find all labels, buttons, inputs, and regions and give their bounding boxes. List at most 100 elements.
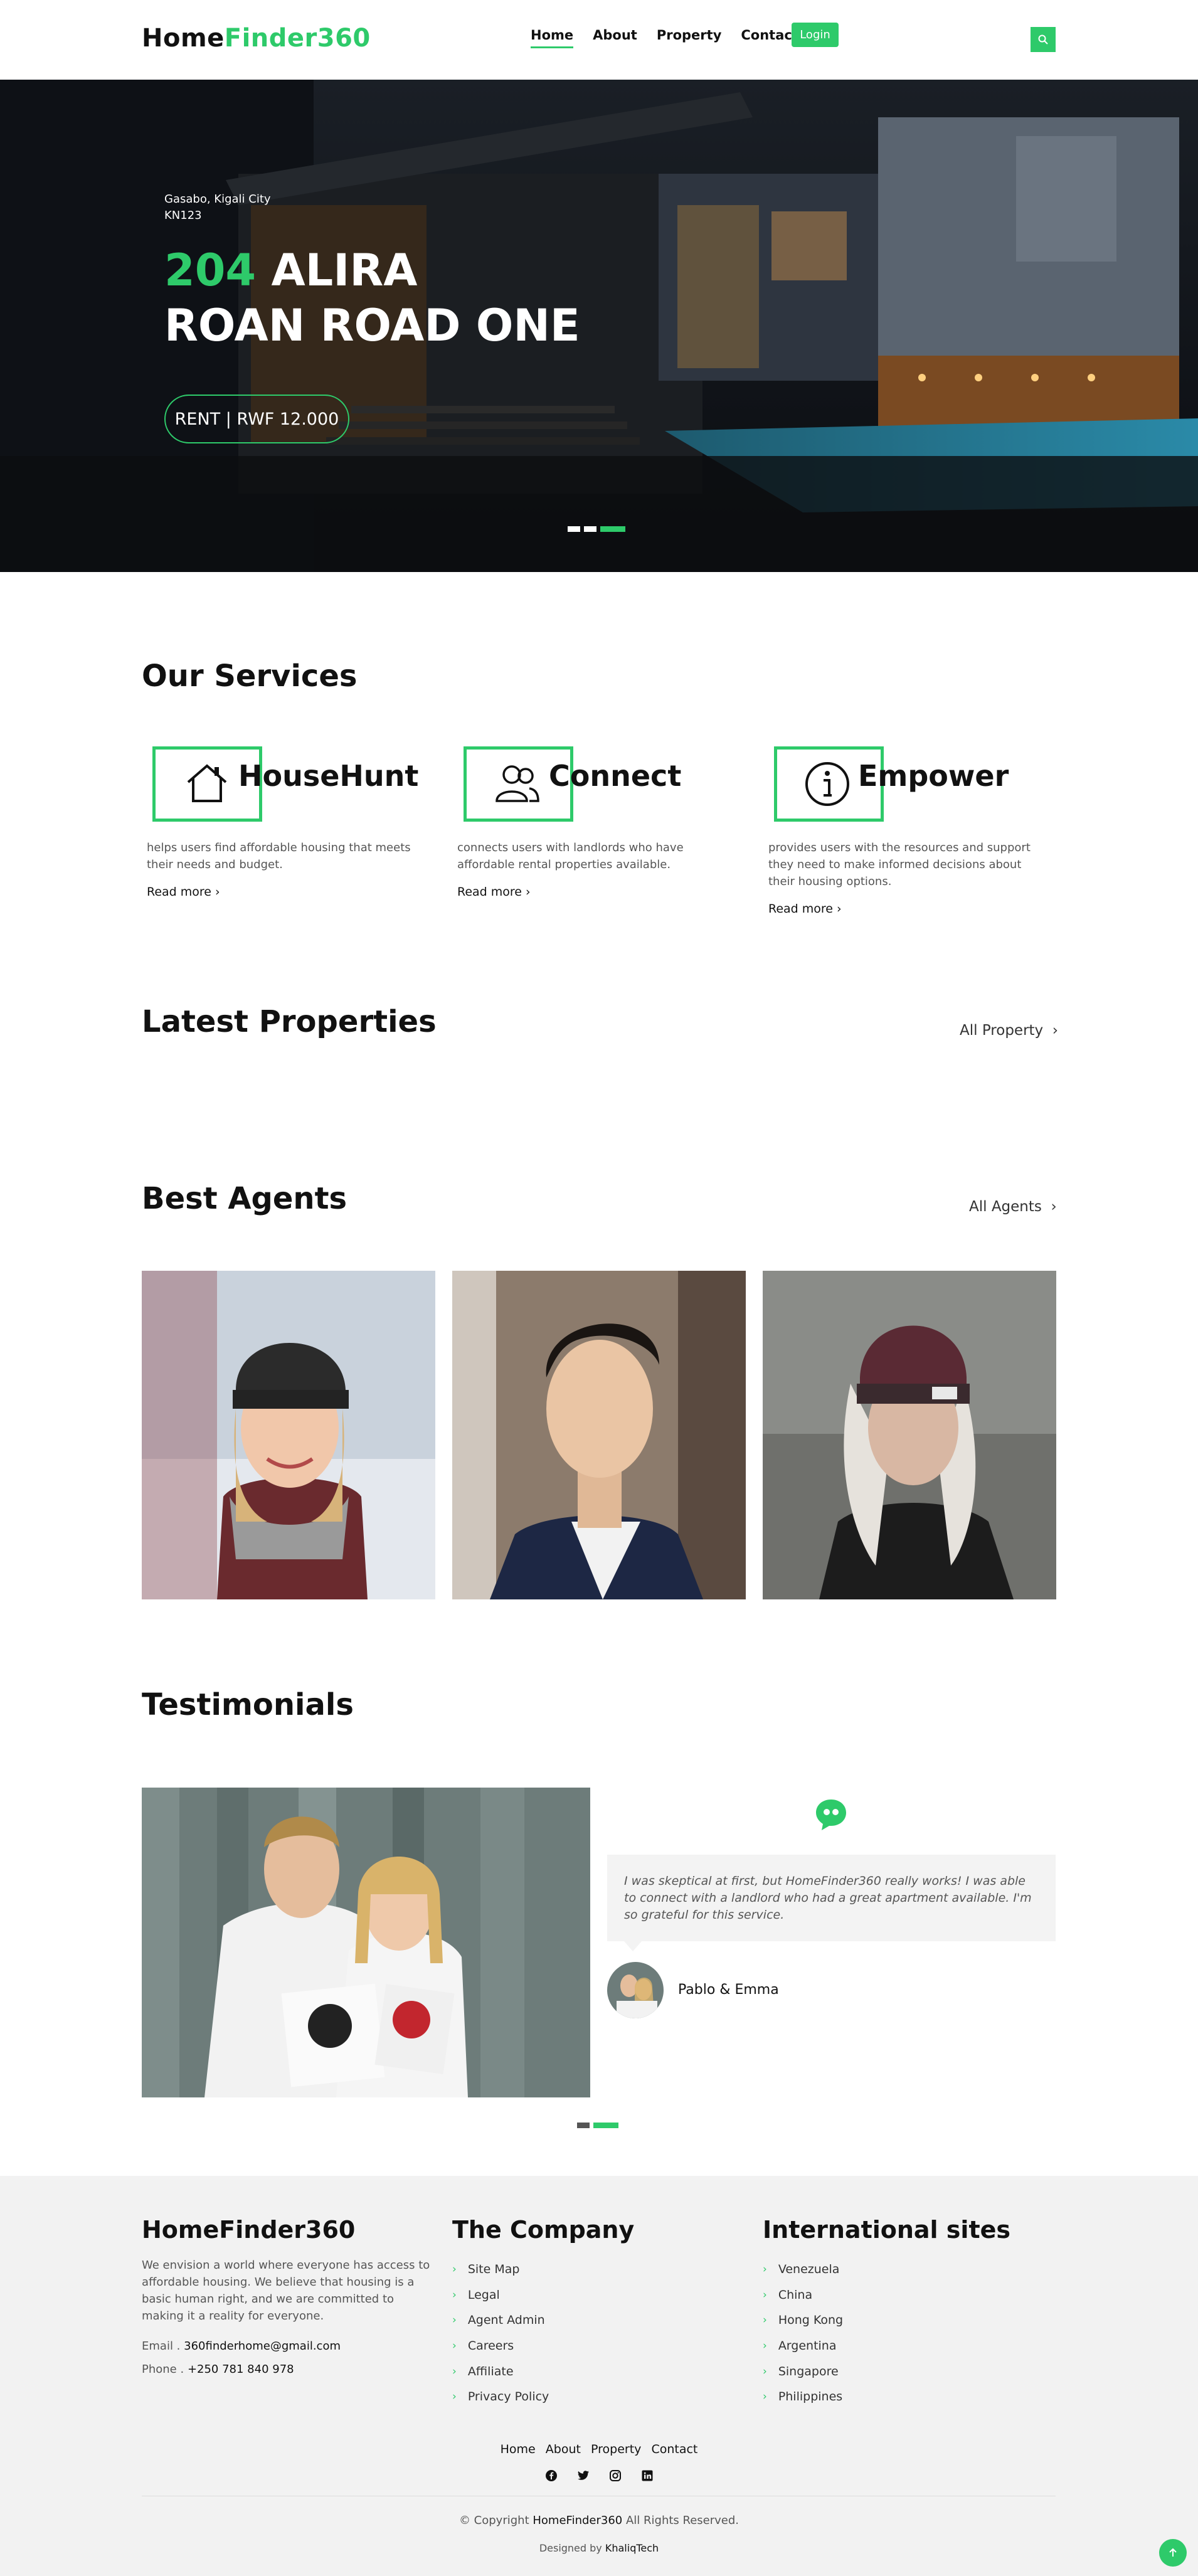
carousel-dot-active[interactable] [600,526,625,532]
testimonial-couple-image [142,1788,590,2097]
latest-properties-title: Latest Properties [142,1004,437,1039]
testimonial-author: Pablo & Emma [678,1982,779,1998]
hero-carousel: Gasabo, Kigali City KN123 204 ALIRA ROAN… [0,80,1198,572]
footer-nav-home[interactable]: Home [501,2442,536,2456]
main-nav: Home About Property Contact [531,28,818,48]
chevron-right-icon: › [452,2314,457,2327]
back-to-top-button[interactable] [1159,2539,1187,2567]
carousel-dot[interactable] [584,526,596,532]
footer-brand: HomeFinder360 [142,2216,356,2244]
agent-photo-woman-red-beanie [763,1271,1056,1599]
footer-link[interactable]: › Site Map [452,2257,549,2282]
agent-card[interactable] [142,1271,435,1599]
service-desc-househunt: helps users find affordable housing that… [147,841,411,871]
service-title-connect: Connect [549,759,682,793]
footer-nav-contact[interactable]: Contact [651,2442,697,2456]
chevron-right-icon: › [763,2365,767,2378]
footer-link[interactable]: › Philippines [763,2384,843,2410]
footer-company-title: The Company [452,2216,635,2244]
footer-link[interactable]: › Legal [452,2282,549,2308]
email-value[interactable]: 360finderhome@gmail.com [184,2340,341,2353]
chevron-right-icon: › [452,2390,457,2404]
hero-title-number: 204 [164,245,257,296]
carousel-dot[interactable] [577,2123,590,2128]
readmore-label: Read more [147,885,211,899]
nav-contact[interactable]: Contact [741,28,798,48]
footer-link-label: Legal [467,2287,500,2302]
agent-photo-woman-beanie [142,1271,435,1599]
hero-location: Gasabo, Kigali City KN123 [164,191,271,224]
chevron-right-icon: › [763,2314,767,2327]
agent-card[interactable] [763,1271,1056,1599]
footer-nav-property[interactable]: Property [591,2442,641,2456]
nav-home[interactable]: Home [531,28,574,48]
nav-about[interactable]: About [593,28,637,48]
readmore-connect[interactable]: Read more › [457,885,531,899]
footer-link-label: Venezuela [778,2262,840,2277]
footer-link[interactable]: › Argentina [763,2333,843,2359]
nav-property[interactable]: Property [657,28,722,48]
service-title-empower: Empower [858,759,1009,793]
footer-link[interactable]: › Singapore [763,2358,843,2384]
chevron-right-icon: › [452,2340,457,2353]
footer-bottom-nav: Home About Property Contact [0,2442,1198,2456]
all-agents-link[interactable]: All Agents › [969,1199,1057,1215]
footer-link[interactable]: › Venezuela [763,2257,843,2282]
info-icon [805,762,849,806]
footer-link[interactable]: › Agent Admin [452,2308,549,2333]
footer-link-label: Site Map [467,2262,520,2277]
chevron-right-icon: › [763,2263,767,2276]
users-icon [496,765,539,802]
logo-home: Home [142,24,225,53]
quote-pointer [624,1941,642,1951]
chevron-right-icon: › [452,2365,457,2378]
footer-phone: Phone . +250 781 840 978 [142,2361,294,2378]
agent-photo-man-suit [452,1271,746,1599]
all-agents-label: All Agents [969,1199,1042,1215]
phone-value[interactable]: +250 781 840 978 [188,2363,294,2376]
footer-link[interactable]: › Affiliate [452,2358,549,2384]
testimonials-title: Testimonials [142,1687,354,1722]
agent-card[interactable] [452,1271,746,1599]
footer-link[interactable]: › Careers [452,2333,549,2359]
footer-link[interactable]: › Privacy Policy [452,2384,549,2410]
footer-link[interactable]: › Hong Kong [763,2308,843,2333]
testimonial-photo [142,1788,590,2097]
readmore-label: Read more [457,885,522,899]
chevron-right-icon: › [215,885,220,899]
linkedin-icon[interactable] [641,2469,654,2482]
search-button[interactable] [1031,27,1056,52]
best-agents-title: Best Agents [142,1181,347,1216]
footer-intl-links: › Venezuela › China › Hong Kong › Argentina … [763,2257,843,2410]
carousel-dot-active[interactable] [593,2123,618,2128]
avatar-image [607,1962,664,2018]
readmore-empower[interactable]: Read more › [768,902,842,916]
copyright-pre: © Copyright [459,2514,529,2527]
carousel-dot[interactable] [568,526,580,532]
readmore-label: Read more [768,902,833,916]
footer-link-label: Affiliate [467,2364,514,2378]
chevron-right-icon: › [1052,1022,1058,1039]
hero-price-button[interactable]: RENT | RWF 12.000 [164,395,349,443]
all-property-label: All Property [960,1022,1044,1039]
footer-link[interactable]: › China [763,2282,843,2308]
testimonial-avatar [607,1962,664,2018]
footer-nav-about[interactable]: About [546,2442,581,2456]
readmore-househunt[interactable]: Read more › [147,885,220,899]
instagram-icon[interactable] [609,2469,622,2482]
all-property-link[interactable]: All Property › [960,1022,1058,1039]
hero-carousel-dots [568,526,625,532]
footer-about: We envision a world where everyone has a… [142,2259,430,2323]
designed-by-name[interactable]: KhaliqTech [605,2542,659,2554]
login-button[interactable]: Login [792,23,839,47]
hero-location-city: Gasabo, Kigali City [164,193,271,206]
chevron-right-icon: › [763,2390,767,2404]
chevron-right-icon: › [452,2288,457,2301]
social-links [0,2469,1198,2482]
facebook-icon[interactable] [545,2469,558,2482]
footer-link-label: Careers [467,2339,514,2353]
site-logo[interactable]: HomeFinder360 [142,24,371,53]
service-title-househunt: HouseHunt [238,759,419,793]
twitter-icon[interactable] [577,2469,590,2482]
copyright-brand: HomeFinder360 [533,2514,623,2527]
